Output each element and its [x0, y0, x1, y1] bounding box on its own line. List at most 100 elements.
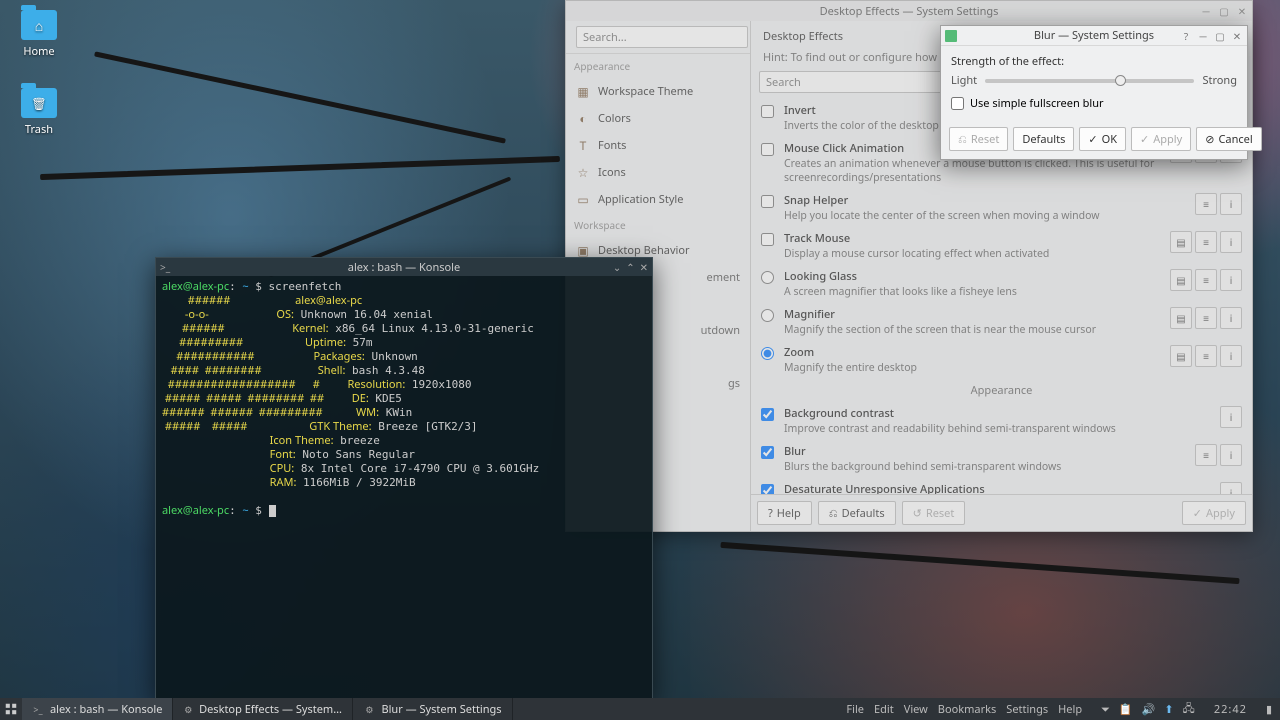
effect-toggle[interactable]: [761, 484, 774, 494]
menu-item[interactable]: Help: [1058, 702, 1082, 717]
sidebar-search-input[interactable]: [576, 26, 748, 48]
terminal-output[interactable]: alex@alex-pc: ~ $ screenfetch ###### ale…: [156, 276, 652, 699]
network-icon[interactable]: 🖧: [1183, 700, 1195, 719]
close-icon[interactable]: ✕: [1231, 30, 1243, 42]
desktop-icon-label: Trash: [14, 122, 64, 137]
dialog-titlebar[interactable]: Blur — System Settings ? ─ ▢ ✕: [941, 26, 1247, 46]
close-icon[interactable]: ✕: [640, 260, 648, 274]
effect-action-button[interactable]: i: [1220, 444, 1242, 466]
clock[interactable]: 22:42: [1204, 702, 1257, 717]
desktop-icon-home[interactable]: ⌂ Home: [14, 10, 64, 59]
sidebar-item-icon: ▣: [576, 244, 590, 258]
effect-toggle[interactable]: [761, 195, 774, 208]
effect-action-button[interactable]: i: [1220, 307, 1242, 329]
effect-action-button[interactable]: ▤: [1170, 231, 1192, 253]
maximize-icon[interactable]: ▢: [1214, 30, 1226, 42]
ok-button[interactable]: ✓ OK: [1079, 127, 1126, 151]
effect-action-button[interactable]: ≡: [1195, 269, 1217, 291]
taskbar-task[interactable]: >_alex : bash — Konsole: [22, 698, 173, 720]
effect-action-button[interactable]: ≡: [1195, 193, 1217, 215]
minimize-icon[interactable]: ─: [1197, 30, 1209, 42]
reset-button[interactable]: ↺ Reset: [902, 501, 966, 525]
slider-thumb[interactable]: [1115, 75, 1126, 86]
effect-row: Snap HelperHelp you locate the center of…: [755, 189, 1248, 227]
slider-max-label: Strong: [1202, 73, 1237, 88]
sidebar-item[interactable]: ▦Workspace Theme: [566, 78, 750, 105]
menu-item[interactable]: File: [846, 702, 864, 717]
sidebar-item-label: Colors: [598, 111, 631, 126]
clipboard-icon[interactable]: 📋: [1119, 702, 1133, 717]
show-desktop-icon[interactable]: ▮: [1266, 702, 1272, 717]
updates-icon[interactable]: ⬆: [1164, 702, 1173, 717]
effect-action-button[interactable]: ≡: [1195, 231, 1217, 253]
menu-item[interactable]: Bookmarks: [938, 702, 996, 717]
strength-slider[interactable]: [985, 79, 1194, 83]
effect-toggle[interactable]: [761, 309, 774, 322]
apply-button[interactable]: ✓ Apply: [1131, 127, 1191, 151]
effect-toggle[interactable]: [761, 143, 774, 156]
terminal-icon: >_: [160, 260, 170, 274]
konsole-title: alex : bash — Konsole: [348, 260, 460, 275]
effect-action-button[interactable]: ≡: [1195, 307, 1217, 329]
effect-action-button[interactable]: ▤: [1170, 269, 1192, 291]
effect-toggle[interactable]: [761, 233, 774, 246]
sidebar-item[interactable]: TFonts: [566, 132, 750, 159]
menu-item[interactable]: Edit: [874, 702, 894, 717]
sidebar-item[interactable]: ▭Application Style: [566, 186, 750, 213]
effect-action-button[interactable]: i: [1220, 231, 1242, 253]
task-label: Desktop Effects — System Settings: [199, 702, 342, 717]
settings-footer: ? Help ⎌ Defaults ↺ Reset ✓ Apply: [751, 494, 1252, 531]
konsole-titlebar[interactable]: >_ alex : bash — Konsole ⌄ ⌃ ✕: [156, 258, 652, 276]
home-icon: ⌂: [21, 17, 57, 36]
menu-item[interactable]: View: [904, 702, 928, 717]
checkbox-input[interactable]: [951, 97, 964, 110]
effect-toggle[interactable]: [761, 271, 774, 284]
apply-button[interactable]: ✓ Apply: [1182, 501, 1246, 525]
slider-min-label: Light: [951, 73, 977, 88]
maximize-icon[interactable]: ⌃: [626, 260, 634, 274]
effect-action-button[interactable]: ▤: [1170, 345, 1192, 367]
volume-icon[interactable]: 🔊: [1142, 702, 1156, 717]
menu-item[interactable]: Settings: [1006, 702, 1048, 717]
defaults-button[interactable]: Defaults: [1013, 127, 1074, 151]
effect-action-button[interactable]: i: [1220, 482, 1242, 494]
minimize-icon[interactable]: ─: [1200, 5, 1212, 17]
effect-action-button[interactable]: i: [1220, 406, 1242, 428]
cancel-button[interactable]: ⊘ Cancel: [1196, 127, 1261, 151]
konsole-window: >_ alex : bash — Konsole ⌄ ⌃ ✕ alex@alex…: [155, 257, 653, 700]
taskbar-task[interactable]: ⚙Blur — System Settings: [353, 698, 512, 720]
effect-toggle[interactable]: [761, 105, 774, 118]
simple-blur-checkbox[interactable]: Use simple fullscreen blur: [951, 96, 1237, 111]
effect-toggle[interactable]: [761, 347, 774, 360]
sidebar-item[interactable]: ◐Colors: [566, 105, 750, 132]
help-icon[interactable]: ?: [1180, 30, 1192, 42]
effect-action-button[interactable]: ≡: [1195, 345, 1217, 367]
maximize-icon[interactable]: ▢: [1218, 5, 1230, 17]
minimize-icon[interactable]: ⌄: [613, 260, 621, 274]
global-menu: File Edit View Bookmarks Settings Help: [836, 702, 1092, 717]
effect-buttons: i: [1220, 406, 1242, 428]
effect-desc: Improve contrast and readability behind …: [784, 422, 1212, 436]
sidebar-item-label: Workspace Theme: [598, 84, 693, 99]
reset-button[interactable]: ⎌ Reset: [949, 127, 1008, 151]
task-label: Blur — System Settings: [381, 702, 501, 717]
effect-action-button[interactable]: ≡: [1195, 444, 1217, 466]
window-titlebar[interactable]: Desktop Effects — System Settings ─ ▢ ✕: [566, 1, 1252, 21]
app-launcher[interactable]: [0, 698, 22, 720]
sidebar-item[interactable]: ☆Icons: [566, 159, 750, 186]
close-icon[interactable]: ✕: [1236, 5, 1248, 17]
effect-row: BlurBlurs the background behind semi-tra…: [755, 440, 1248, 478]
effect-toggle[interactable]: [761, 446, 774, 459]
section-label: Appearance: [755, 379, 1248, 402]
taskbar-task[interactable]: ⚙Desktop Effects — System Settings: [173, 698, 353, 720]
effect-action-button[interactable]: ▤: [1170, 307, 1192, 329]
effect-toggle[interactable]: [761, 408, 774, 421]
effect-action-button[interactable]: i: [1220, 193, 1242, 215]
effect-action-button[interactable]: i: [1220, 345, 1242, 367]
desktop-icon-trash[interactable]: 🗑 Trash: [14, 88, 64, 137]
tray-icon[interactable]: ⏷: [1101, 702, 1110, 717]
help-button[interactable]: ? Help: [757, 501, 812, 525]
sidebar-item-icon: ☆: [576, 166, 590, 180]
effect-action-button[interactable]: i: [1220, 269, 1242, 291]
defaults-button[interactable]: ⎌ Defaults: [818, 501, 896, 525]
